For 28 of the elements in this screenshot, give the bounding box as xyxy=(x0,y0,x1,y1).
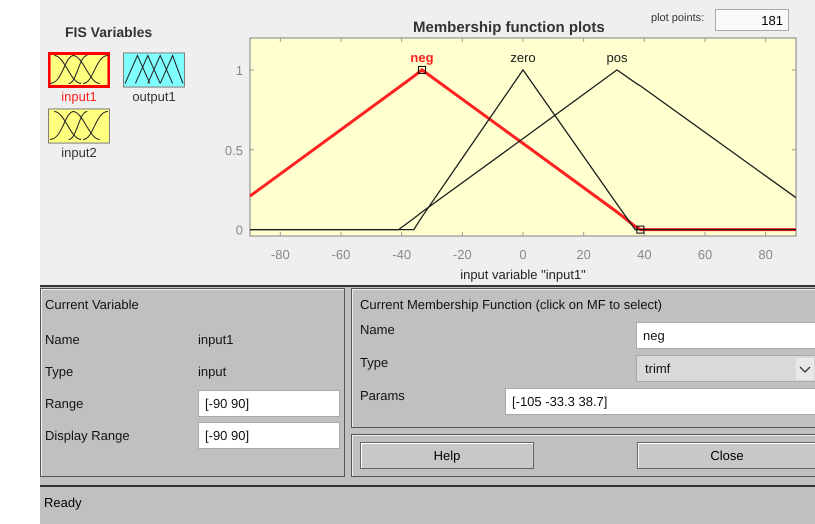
field-label: Name xyxy=(360,322,396,337)
panel-title: FIS Variables xyxy=(65,24,154,40)
plot-title: Membership function plots xyxy=(413,19,605,36)
x-tick-label: 40 xyxy=(637,247,652,262)
status-bar: Ready xyxy=(40,485,815,524)
field-label: Params xyxy=(360,388,406,403)
x-tick-label: 20 xyxy=(576,247,591,262)
field-label: Name xyxy=(45,332,81,346)
x-tick-label: 60 xyxy=(698,247,712,262)
field-label: Display Range xyxy=(45,428,131,442)
plot-points-label: plot points: xyxy=(651,12,704,24)
x-tick-label: -80 xyxy=(270,247,290,262)
field-label: Range xyxy=(45,396,84,410)
x-tick-label: -40 xyxy=(392,247,412,262)
field-value: input1 xyxy=(198,332,234,346)
y-tick-label: 1 xyxy=(236,62,243,78)
x-tick-label: -60 xyxy=(332,247,350,262)
field-value: input xyxy=(198,364,226,378)
panel-title: Current Membership Function (click on MF to select) xyxy=(360,297,663,312)
x-tick-label: -20 xyxy=(452,247,472,262)
y-tick-label: 0.5 xyxy=(224,142,243,158)
field-label: Type xyxy=(360,355,390,370)
x-tick-label: 0 xyxy=(519,247,527,262)
field-label: Type xyxy=(45,364,74,378)
panel-title: Current Variable xyxy=(45,297,140,312)
x-axis-label: input variable "input1" xyxy=(460,267,586,282)
x-tick-label: 80 xyxy=(758,247,773,262)
y-tick-label: 0 xyxy=(236,222,243,238)
